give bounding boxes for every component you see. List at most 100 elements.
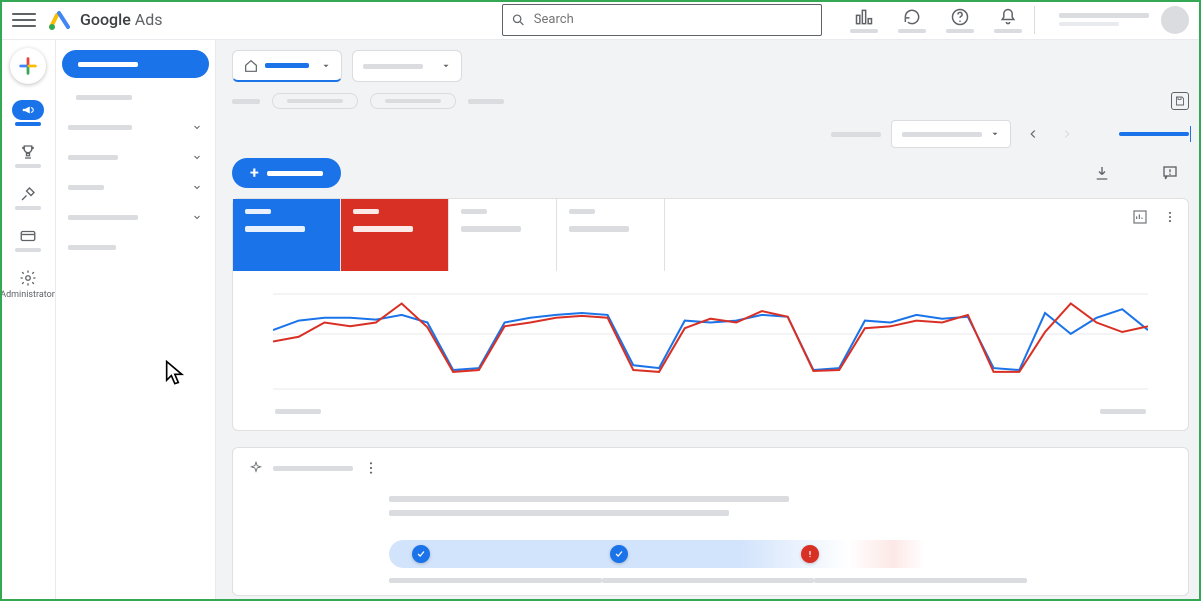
new-campaign-button[interactable]: + xyxy=(232,158,341,188)
card-menu-button[interactable] xyxy=(1160,207,1180,227)
filter-chip-2[interactable] xyxy=(370,93,456,109)
reports-button[interactable] xyxy=(850,7,878,33)
scope-account-chip[interactable] xyxy=(232,50,342,82)
scorecard-2[interactable] xyxy=(449,199,557,271)
dropdown-caret-icon xyxy=(441,61,451,71)
sidebar-item-1[interactable] xyxy=(56,112,215,142)
chevron-down-icon xyxy=(191,211,203,223)
insight-menu-button[interactable] xyxy=(363,460,379,476)
error-icon xyxy=(805,549,815,559)
chevron-down-icon xyxy=(191,181,203,193)
megaphone-icon xyxy=(20,103,36,117)
scorecard-0[interactable] xyxy=(233,199,341,271)
rail-item-admin[interactable]: Administrator xyxy=(0,268,55,300)
dropdown-caret-icon xyxy=(990,129,1000,139)
divider xyxy=(1034,6,1035,34)
line-chart xyxy=(273,279,1148,409)
hamburger-menu-button[interactable] xyxy=(12,8,36,32)
new-campaign-label xyxy=(267,171,323,176)
rail-item-goals[interactable] xyxy=(12,142,44,168)
brand-logo[interactable]: Google Ads xyxy=(48,8,162,32)
header-actions xyxy=(850,7,1022,33)
save-icon xyxy=(1174,95,1186,107)
kebab-icon xyxy=(1163,210,1177,224)
sidebar-item-4[interactable] xyxy=(56,202,215,232)
sidebar xyxy=(56,40,216,601)
sidebar-item-2[interactable] xyxy=(56,142,215,172)
action-row: + xyxy=(232,158,1189,188)
refresh-button[interactable] xyxy=(898,7,926,33)
performance-card xyxy=(232,198,1189,431)
trophy-icon xyxy=(19,143,37,161)
funnel-step-3[interactable] xyxy=(801,545,819,563)
add-filter-label[interactable] xyxy=(468,99,504,104)
expand-chart-button[interactable] xyxy=(1130,207,1150,227)
rail-item-tools[interactable] xyxy=(12,184,44,210)
home-icon xyxy=(243,58,259,74)
scorecard-3[interactable] xyxy=(557,199,665,271)
filter-chip-1[interactable] xyxy=(272,93,358,109)
dropdown-caret-icon xyxy=(321,61,331,71)
chevron-left-icon xyxy=(1026,127,1040,141)
funnel-labels xyxy=(389,578,1027,583)
scorecard-row xyxy=(233,199,1188,271)
chevron-right-icon xyxy=(1060,127,1074,141)
search-input[interactable] xyxy=(534,12,813,27)
create-fab[interactable] xyxy=(10,48,46,84)
rail-admin-label: Administrator xyxy=(0,290,55,300)
chevron-down-icon xyxy=(191,121,203,133)
insight-title xyxy=(273,466,353,471)
scope-campaign-chip[interactable] xyxy=(352,50,462,82)
scope-picker-row xyxy=(232,50,1189,82)
left-rail: Administrator xyxy=(0,40,56,601)
check-icon xyxy=(614,549,624,559)
check-icon xyxy=(416,549,426,559)
plus-multicolor-icon xyxy=(17,55,39,77)
date-next-button xyxy=(1055,122,1079,146)
help-icon xyxy=(950,7,970,27)
help-button[interactable] xyxy=(946,7,974,33)
bell-icon xyxy=(998,7,1018,27)
reports-icon xyxy=(854,7,874,27)
breadcrumb-row xyxy=(232,92,1189,110)
refresh-icon xyxy=(902,7,922,27)
chevron-down-icon xyxy=(191,151,203,163)
compare-toggle[interactable] xyxy=(1119,132,1189,136)
date-range-picker[interactable] xyxy=(891,120,1011,148)
scorecard-1[interactable] xyxy=(341,199,449,271)
insight-subhead xyxy=(389,510,729,516)
save-view-button[interactable] xyxy=(1171,92,1189,110)
notifications-button[interactable] xyxy=(994,7,1022,33)
funnel-step-2[interactable] xyxy=(610,545,628,563)
date-row xyxy=(232,120,1189,148)
gear-icon xyxy=(19,269,37,287)
date-prev-button[interactable] xyxy=(1021,122,1045,146)
chart-x-axis-labels xyxy=(273,409,1148,414)
breadcrumb-item[interactable] xyxy=(232,99,260,104)
rail-item-billing[interactable] xyxy=(12,226,44,252)
global-search[interactable] xyxy=(502,4,822,36)
app-header: Google Ads xyxy=(0,0,1201,40)
rail-item-campaigns[interactable] xyxy=(12,100,44,126)
date-compare-label xyxy=(831,132,881,137)
sidebar-item-5[interactable] xyxy=(56,232,215,262)
tools-icon xyxy=(19,185,37,203)
account-switcher[interactable] xyxy=(1059,6,1189,34)
feedback-button[interactable] xyxy=(1161,164,1179,182)
card-icon xyxy=(19,227,37,245)
insight-card xyxy=(232,447,1189,596)
sparkle-icon xyxy=(249,461,263,475)
sidebar-overview-chip[interactable] xyxy=(62,50,209,78)
funnel-track xyxy=(389,540,1027,568)
funnel-step-1[interactable] xyxy=(412,545,430,563)
search-icon xyxy=(511,12,526,28)
download-button[interactable] xyxy=(1093,164,1111,182)
chart-icon xyxy=(1132,209,1148,225)
sidebar-item-3[interactable] xyxy=(56,172,215,202)
main-content: + xyxy=(216,40,1201,601)
google-ads-logo-icon xyxy=(48,8,72,32)
sidebar-item-0[interactable] xyxy=(56,82,215,112)
insight-headline xyxy=(389,496,789,502)
avatar[interactable] xyxy=(1161,6,1189,34)
plus-icon: + xyxy=(250,165,259,181)
